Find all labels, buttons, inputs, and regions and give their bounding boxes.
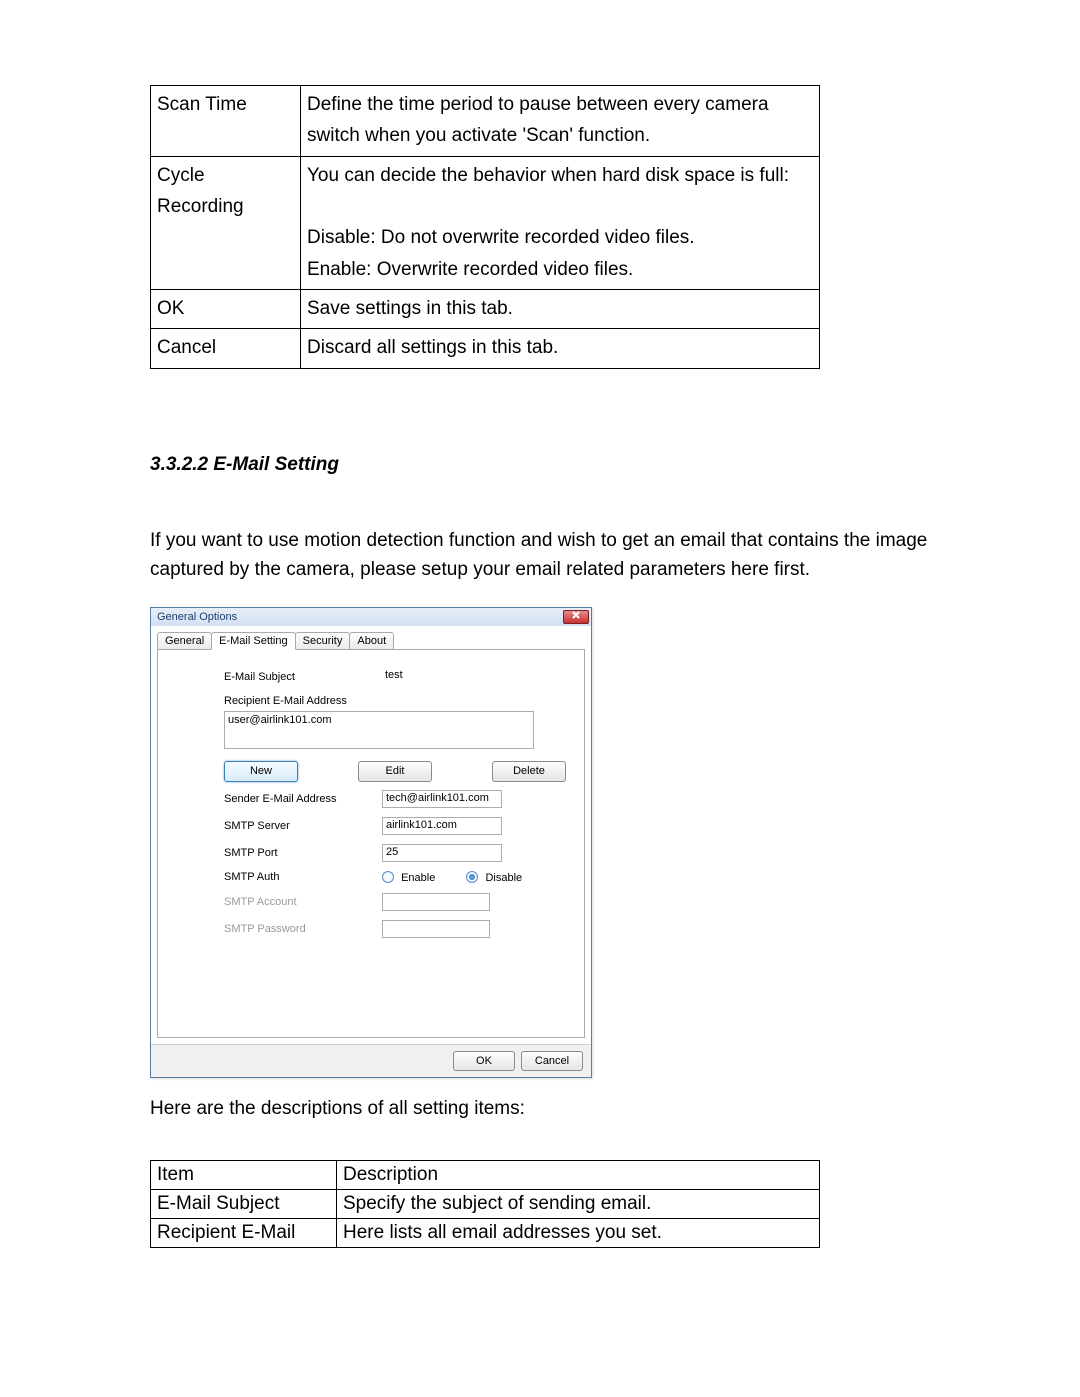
def-item-cancel: Cancel <box>151 329 301 368</box>
smtp-server-input[interactable]: airlink101.com <box>382 817 502 835</box>
delete-button[interactable]: Delete <box>492 761 566 782</box>
general-options-dialog: General Options General E-Mail Setting S… <box>150 607 592 1078</box>
sender-input[interactable]: tech@airlink101.com <box>382 790 502 808</box>
intro-paragraph: If you want to use motion detection func… <box>150 526 930 585</box>
def-item-scan-time: Scan Time <box>151 86 301 157</box>
smtp-password-input[interactable] <box>382 920 490 938</box>
section-heading: 3.3.2.2 E-Mail Setting <box>150 454 930 476</box>
cancel-button[interactable]: Cancel <box>521 1051 583 1071</box>
dialog-title: General Options <box>157 611 237 623</box>
smtp-auth-label: SMTP Auth <box>224 871 382 883</box>
auth-disable-label: Disable <box>485 872 522 884</box>
smtp-port-input[interactable]: 25 <box>382 844 502 862</box>
tab-about[interactable]: About <box>349 632 394 650</box>
tab-security[interactable]: Security <box>295 632 351 650</box>
tab-general[interactable]: General <box>157 632 212 650</box>
def-item-ok: OK <box>151 290 301 329</box>
recipient-label: Recipient E-Mail Address <box>224 695 382 707</box>
email-subject-label: E-Mail Subject <box>224 671 382 683</box>
tab-email-setting[interactable]: E-Mail Setting <box>211 632 295 650</box>
smtp-account-input[interactable] <box>382 893 490 911</box>
def-desc-scan-time: Define the time period to pause between … <box>301 86 820 157</box>
def-item-cycle-recording: Cycle Recording <box>151 156 301 289</box>
descriptions-table: Item Description E-Mail Subject Specify … <box>150 1160 820 1248</box>
desc-head-item: Item <box>151 1160 337 1189</box>
desc-desc-email-subject: Specify the subject of sending email. <box>337 1189 820 1218</box>
smtp-server-label: SMTP Server <box>224 820 382 832</box>
sender-label: Sender E-Mail Address <box>224 793 382 805</box>
dialog-footer: OK Cancel <box>151 1044 591 1077</box>
smtp-password-label: SMTP Password <box>224 923 382 935</box>
def-desc-cancel: Discard all settings in this tab. <box>301 329 820 368</box>
auth-enable-label: Enable <box>401 872 435 884</box>
auth-enable-radio[interactable] <box>382 871 394 883</box>
smtp-port-label: SMTP Port <box>224 847 382 859</box>
auth-disable-radio[interactable] <box>466 871 478 883</box>
desc-item-email-subject: E-Mail Subject <box>151 1189 337 1218</box>
recipient-list[interactable]: user@airlink101.com <box>224 711 534 749</box>
desc-desc-recipient: Here lists all email addresses you set. <box>337 1218 820 1247</box>
smtp-account-label: SMTP Account <box>224 896 382 908</box>
desc-item-recipient: Recipient E-Mail <box>151 1218 337 1247</box>
ok-button[interactable]: OK <box>453 1051 515 1071</box>
tab-row: General E-Mail Setting Security About <box>151 626 591 649</box>
close-icon[interactable] <box>563 610 589 624</box>
def-desc-ok: Save settings in this tab. <box>301 290 820 329</box>
descriptions-intro: Here are the descriptions of all setting… <box>150 1098 930 1120</box>
desc-head-description: Description <box>337 1160 820 1189</box>
dialog-titlebar: General Options <box>151 608 591 626</box>
edit-button[interactable]: Edit <box>358 761 432 782</box>
email-subject-input[interactable]: test <box>382 668 502 686</box>
definitions-table: Scan Time Define the time period to paus… <box>150 85 820 369</box>
def-desc-cycle-recording: You can decide the behavior when hard di… <box>301 156 820 289</box>
new-button[interactable]: New <box>224 761 298 782</box>
tab-body: E-Mail Subject test Recipient E-Mail Add… <box>157 649 585 1038</box>
